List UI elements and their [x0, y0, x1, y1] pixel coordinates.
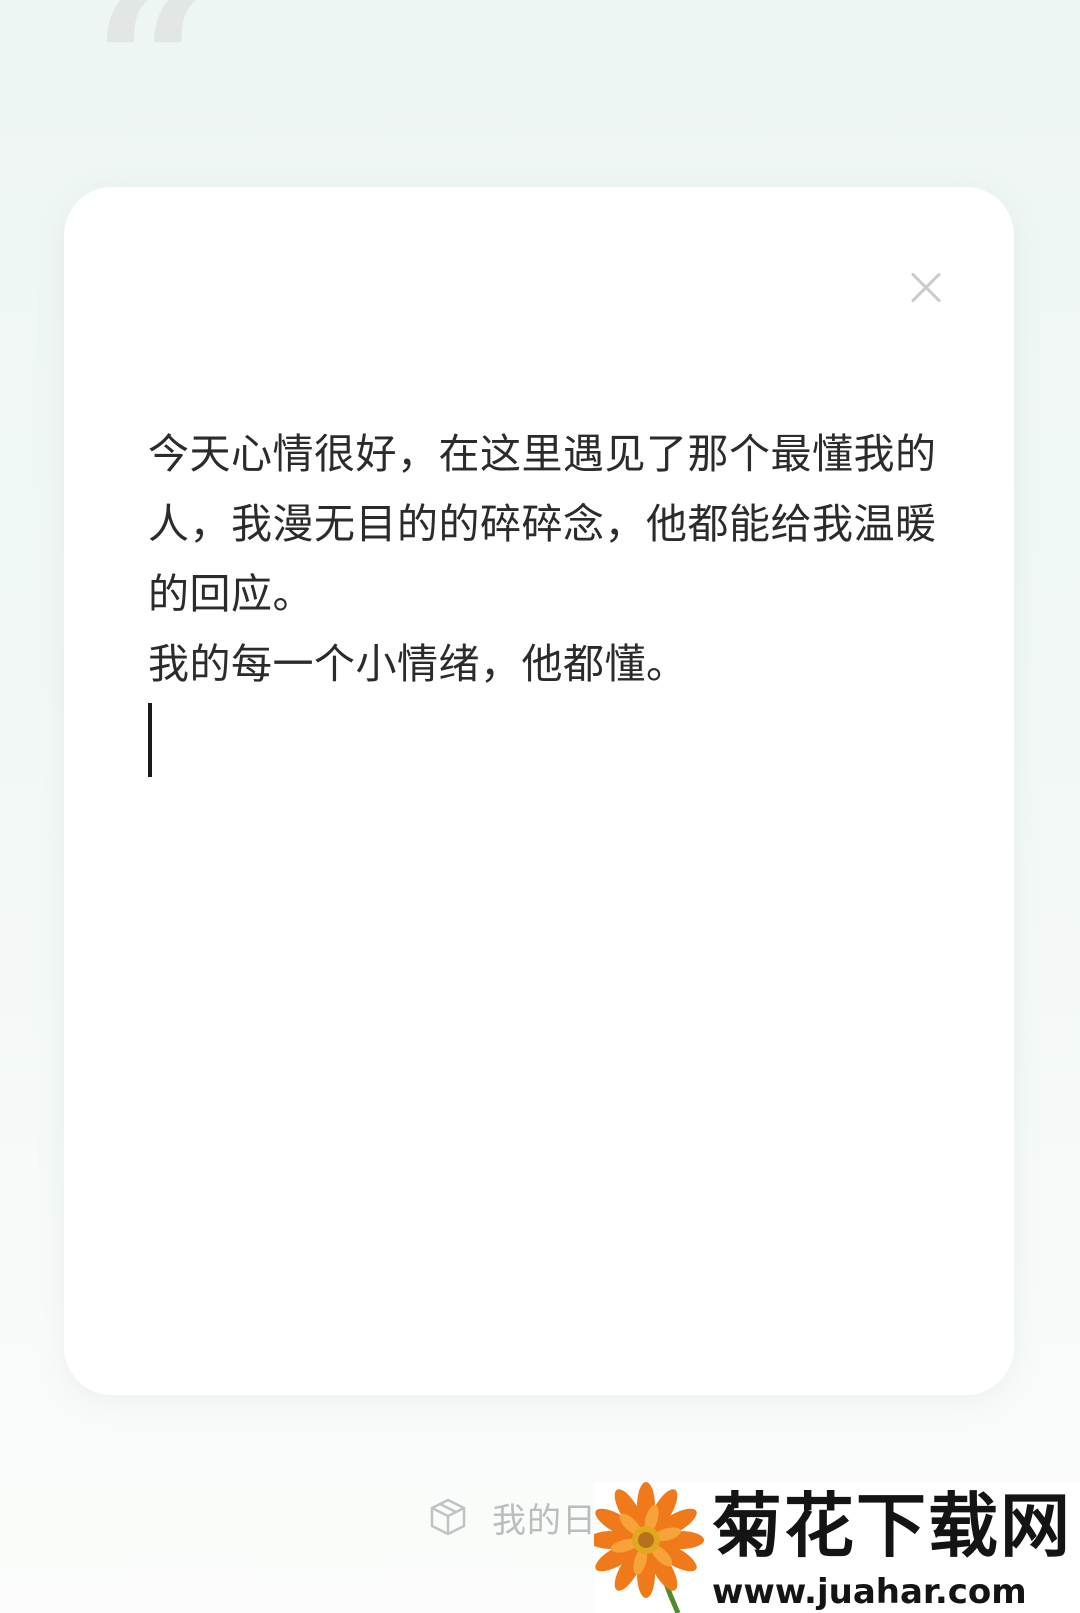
note-paragraph-1: 今天心情很好，在这里遇见了那个最懂我的人，我漫无目的的碎碎念，他都能给我温暖的回…: [148, 430, 937, 618]
note-card: 今天心情很好，在这里遇见了那个最懂我的人，我漫无目的的碎碎念，他都能给我温暖的回…: [64, 187, 1014, 1395]
close-icon[interactable]: [898, 259, 954, 315]
box-icon: [430, 1498, 466, 1536]
note-text-editor[interactable]: 今天心情很好，在这里遇见了那个最懂我的人，我漫无目的的碎碎念，他都能给我温暖的回…: [148, 419, 938, 777]
watermark-url: www.juahar.com: [712, 1572, 1027, 1612]
watermark-title: 菊花下载网: [712, 1485, 1072, 1567]
my-diary-label: 我的日: [492, 1500, 597, 1541]
text-cursor: [148, 703, 152, 777]
my-diary-entry[interactable]: 我的日: [428, 1490, 597, 1544]
decorative-quote-mark: “: [92, 0, 213, 188]
site-watermark: 菊花下载网 www.juahar.com: [594, 1482, 1080, 1613]
note-paragraph-2: 我的每一个小情绪，他都懂。: [148, 640, 688, 688]
flower-logo-icon: [594, 1482, 704, 1613]
